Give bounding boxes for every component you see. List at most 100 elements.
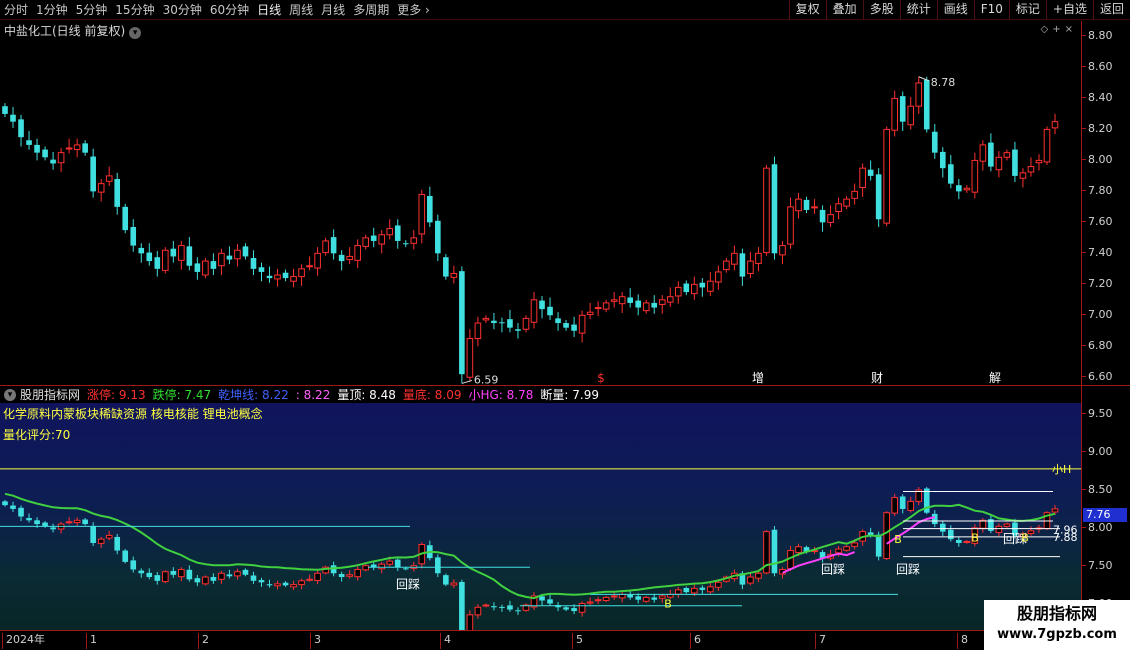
price-candle [34, 144, 40, 153]
price-candle [627, 297, 633, 303]
statistics-button[interactable]: 统计 [899, 0, 937, 20]
tab-daily[interactable]: 日线 [253, 0, 285, 20]
indicator-candle [234, 571, 241, 577]
tab-monthly[interactable]: 月线 [317, 0, 349, 20]
indicator-tick: 8.00 [1082, 520, 1113, 534]
price-candle [138, 247, 145, 254]
indicator-candle [90, 525, 96, 543]
tab-30min[interactable]: 30分钟 [159, 0, 206, 20]
add-watchlist-button[interactable]: +自选 [1045, 0, 1093, 20]
close-icon[interactable]: × [1065, 24, 1077, 35]
price-candle [795, 198, 802, 212]
main-chart-pane[interactable]: 8.78 6.59 $ 增 财 解 中盐化工(日线 前复权) ▾ ◇+× [0, 21, 1081, 385]
tab-15min[interactable]: 15分钟 [111, 0, 158, 20]
price-candle [939, 151, 946, 169]
indicator-candle [162, 571, 169, 583]
indicator-candle [956, 539, 962, 543]
indicator-value-3: : 8.22 [295, 387, 331, 402]
adjust-button[interactable]: 复权 [788, 0, 826, 20]
indicator-candle [594, 599, 602, 602]
indicator-candle [394, 559, 401, 568]
indicator-candle [298, 580, 305, 586]
price-candle [290, 276, 297, 282]
f10-button[interactable]: F10 [973, 0, 1009, 20]
price-candle [571, 324, 577, 331]
price-candle [435, 220, 441, 254]
price-candle [282, 272, 289, 279]
plus-icon[interactable]: + [1052, 24, 1064, 35]
price-candle [995, 156, 1003, 171]
price-candle [346, 255, 353, 261]
indicator-candle [883, 512, 890, 559]
price-candle [57, 152, 65, 164]
indicator-candle [266, 584, 273, 586]
indicator-candle [995, 525, 1003, 533]
price-candle [499, 322, 505, 324]
price-candle [547, 306, 553, 316]
indicator-value-7: 断量: 7.99 [540, 388, 599, 402]
date-label: 8 [957, 633, 968, 649]
mark-button[interactable]: 标记 [1008, 0, 1046, 20]
price-candle [642, 302, 650, 312]
indicator-candle [138, 570, 145, 574]
tab-5min[interactable]: 5分钟 [72, 0, 112, 20]
tab-more[interactable]: 更多 › [393, 0, 434, 20]
indicator-name[interactable]: 股朋指标网 [20, 386, 80, 403]
indicator-candle [443, 575, 449, 585]
tab-weekly[interactable]: 周线 [285, 0, 317, 20]
indicator-candle [282, 582, 289, 586]
price-candle [378, 234, 386, 245]
diamond-icon[interactable]: ◇ [1041, 24, 1053, 35]
indicator-candle [2, 501, 8, 506]
price-candle [362, 237, 369, 247]
indicator-candle [226, 574, 233, 577]
indicator-pane[interactable]: 小H 7.96 7.88 回踩 回踩 回踩 回踩 B B B B 化学原料内蒙板块稀缺资源 核电核能… [0, 403, 1081, 630]
price-candle [65, 147, 73, 150]
price-candle [122, 206, 129, 231]
toolbar: 分时 1分钟 5分钟 15分钟 30分钟 60分钟 日线 周线 月线 多周期 更… [0, 0, 1130, 20]
price-candle [97, 183, 105, 193]
price-candle [586, 311, 594, 316]
indicator-candle [635, 596, 642, 600]
tab-60min[interactable]: 60分钟 [206, 0, 253, 20]
indicator-value-4: 量顶: 8.48 [337, 388, 396, 402]
indicator-chart[interactable]: 小H7.967.88回踩回踩 回踩回踩BB B B [0, 403, 1081, 630]
indicator-candle [491, 606, 497, 608]
indicator-candle [642, 596, 650, 602]
price-candle [539, 300, 545, 310]
indicator-candle [346, 574, 353, 577]
indicator-candle [202, 576, 209, 585]
price-candle [907, 105, 915, 126]
price-candle [394, 225, 401, 241]
price-candle [330, 237, 337, 254]
price-candle [867, 169, 874, 176]
multi-stock-button[interactable]: 多股 [862, 0, 900, 20]
price-candle [923, 79, 930, 130]
indicator-candle [50, 527, 56, 530]
indicator-candle [354, 568, 361, 578]
tab-multi-period[interactable]: 多周期 [349, 0, 393, 20]
chevron-down-icon[interactable]: ▾ [129, 27, 142, 39]
indicator-candle [402, 568, 409, 570]
price-candle [674, 286, 682, 297]
price-tick: 7.60 [1082, 215, 1113, 229]
back-button[interactable]: 返回 [1092, 0, 1130, 20]
indicator-candle [627, 594, 633, 598]
price-candle [402, 243, 409, 245]
indicator-candle [378, 563, 386, 570]
indicator-candle [314, 572, 321, 581]
draw-line-button[interactable]: 画线 [936, 0, 974, 20]
price-candle [370, 235, 377, 241]
indicator-candle [547, 599, 553, 604]
date-label: 1 [86, 633, 97, 649]
chevron-down-icon[interactable]: ▾ [4, 388, 16, 401]
tab-1min[interactable]: 1分钟 [32, 0, 72, 20]
indicator-candle [715, 581, 722, 588]
tab-intraday[interactable]: 分时 [0, 0, 32, 20]
date-label: 2024年 [2, 633, 45, 649]
price-candle [194, 263, 201, 272]
price-candle [418, 193, 426, 235]
price-candle [234, 249, 241, 260]
overlay-button[interactable]: 叠加 [825, 0, 863, 20]
candlestick-chart[interactable]: 8.78 6.59 $ 增 财 解 [0, 21, 1081, 385]
